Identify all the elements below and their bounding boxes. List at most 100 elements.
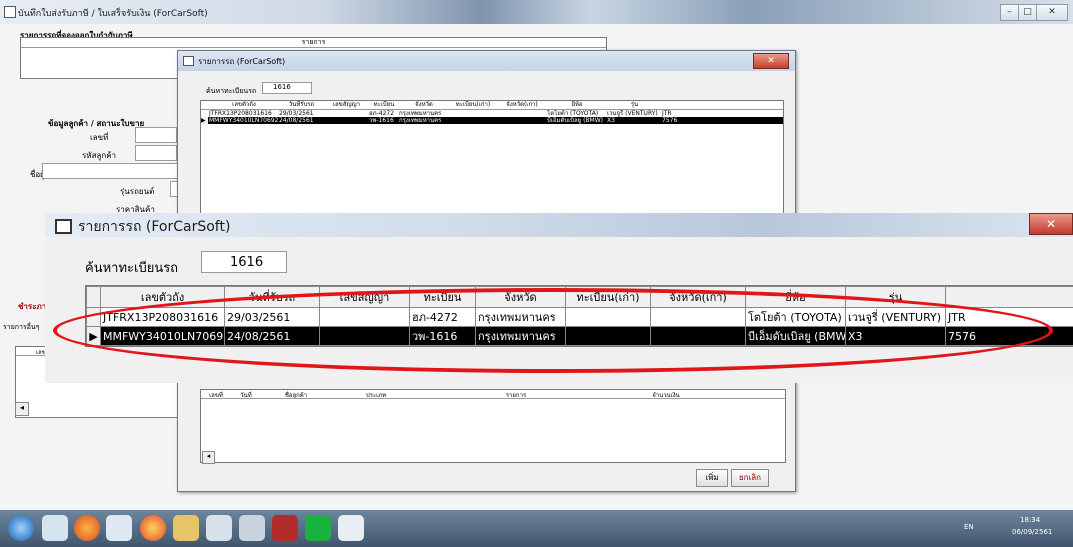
language-indicator[interactable]: EN bbox=[964, 523, 974, 531]
small-col-header[interactable]: เลขตัวถัง bbox=[209, 101, 279, 109]
window-icon bbox=[55, 219, 72, 234]
zoom-car-grid[interactable]: เลขตัวถัง วันที่รับรถ เลขสัญญา ทะเบียน จังหว… bbox=[85, 285, 1073, 347]
small-car-grid[interactable]: เลขตัวถัง วันที่รับรถ เลขสัญญา ทะเบียน จังหว… bbox=[200, 100, 784, 220]
firefox-icon[interactable] bbox=[74, 515, 100, 541]
small-table-row[interactable]: JTFRX13P208031616 29/03/2561 ฮภ-4272 กรุงเท… bbox=[201, 110, 783, 117]
lower-col-header[interactable]: วันที่ bbox=[231, 390, 261, 398]
small-col-header[interactable]: วันที่รับรถ bbox=[279, 101, 324, 109]
zoom-table-row[interactable]: JTFRX13P208031616 29/03/2561 ฮภ-4272 กรุงเท… bbox=[86, 307, 1073, 327]
row-selector-icon: ▶ bbox=[86, 326, 101, 346]
small-col-header[interactable]: เลขสัญญา bbox=[324, 101, 369, 109]
dialog-zoom-close-button[interactable]: ✕ bbox=[1029, 213, 1073, 235]
zoom-table-cell: เวนจูรี่ (VENTURY) bbox=[845, 307, 946, 327]
dialog-small-title: รายการรถ (ForCarSoft) bbox=[198, 57, 286, 66]
zoom-table-row[interactable]: ▶ MMFWY34010LN70692 24/08/2561 วพ-1616 กรุงเ… bbox=[86, 326, 1073, 346]
main-grid-header: รายการ bbox=[21, 38, 606, 48]
small-col-header[interactable]: รุ่น bbox=[607, 101, 662, 109]
key-icon[interactable] bbox=[239, 515, 265, 541]
lower-col-header[interactable]: ชื่อลูกค้า bbox=[261, 390, 331, 398]
zoom-col-header[interactable]: ทะเบียน bbox=[409, 286, 476, 308]
zoom-table-cell: ฮภ-4272 bbox=[409, 307, 476, 327]
small-table-cell: 29/03/2561 bbox=[279, 110, 314, 117]
zoom-table-cell: 7576 bbox=[945, 326, 1073, 346]
dialog-zoom-title: รายการรถ (ForCarSoft) bbox=[78, 219, 231, 235]
no-input[interactable] bbox=[135, 127, 177, 143]
cancel-button[interactable]: ยกเลิก bbox=[731, 469, 769, 487]
small-table-cell: บีเอ็มดับเบิลยู (BMW) bbox=[547, 117, 603, 124]
zoom-col-header[interactable] bbox=[945, 286, 1073, 308]
small-table-cell bbox=[497, 110, 547, 117]
lower-col-header[interactable]: เลขที่ bbox=[201, 390, 231, 398]
clock-time[interactable]: 18:34 bbox=[1020, 516, 1040, 524]
small-col-header[interactable]: ทะเบียน(เก่า) bbox=[449, 101, 497, 109]
small-col-header[interactable]: ยี่ห้อ bbox=[547, 101, 607, 109]
media-icon[interactable] bbox=[106, 515, 132, 541]
small-col-header[interactable]: จังหวัด(เก่า) bbox=[497, 101, 547, 109]
zoom-search-input[interactable]: 1616 bbox=[201, 251, 287, 273]
window-icon bbox=[183, 56, 194, 66]
small-table-cell bbox=[449, 110, 497, 117]
zoom-table-cell: โตโยต้า (TOYOTA) bbox=[745, 307, 846, 327]
app-icon bbox=[4, 6, 16, 18]
row-selector-cell bbox=[86, 307, 101, 327]
lower-col-header[interactable]: จำนวนเงิน bbox=[611, 390, 721, 398]
bottom-label: รายการอื่นๆ bbox=[3, 323, 40, 331]
scroll-left-icon[interactable]: ◂ bbox=[15, 402, 29, 416]
zoom-col-header[interactable]: เลขตัวถัง bbox=[100, 286, 225, 308]
customer-input[interactable] bbox=[135, 145, 177, 161]
zoom-table-cell: MMFWY34010LN70692 bbox=[100, 326, 225, 346]
zoom-col-header[interactable]: วันที่รับรถ bbox=[224, 286, 320, 308]
label-model: รุ่นรถยนต์ bbox=[120, 187, 155, 196]
zoom-table-cell: บีเอ็มดับเบิลยู (BMW bbox=[745, 326, 846, 346]
small-lower-grid[interactable]: เลขที่ วันที่ ชื่อลูกค้า ประเภท รายการ จำนวนเ… bbox=[200, 389, 786, 463]
zoom-table-cell bbox=[565, 307, 651, 327]
small-table-cell: ฮภ-4272 bbox=[369, 110, 395, 117]
chrome-icon[interactable] bbox=[140, 515, 166, 541]
zoom-col-header[interactable]: เลขสัญญา bbox=[319, 286, 410, 308]
close-button[interactable]: ✕ bbox=[1036, 4, 1068, 21]
zoom-col-header[interactable]: ทะเบียน(เก่า) bbox=[565, 286, 651, 308]
small-col-header[interactable] bbox=[662, 101, 684, 109]
window-app-icon[interactable] bbox=[338, 515, 364, 541]
name-input[interactable] bbox=[42, 163, 179, 179]
folder-icon[interactable] bbox=[173, 515, 199, 541]
maximize-button[interactable]: □ bbox=[1018, 4, 1037, 21]
small-lower-scroll-icon[interactable]: ◂ bbox=[202, 451, 215, 464]
lower-col-header[interactable]: รายการ bbox=[421, 390, 611, 398]
zoom-table-cell: วพ-1616 bbox=[409, 326, 476, 346]
small-col-header[interactable]: ทะเบียน bbox=[369, 101, 399, 109]
small-grid-header: เลขตัวถัง วันที่รับรถ เลขสัญญา ทะเบียน จังหว… bbox=[201, 101, 783, 110]
tool-icon[interactable] bbox=[206, 515, 232, 541]
small-col-header[interactable]: จังหวัด bbox=[399, 101, 449, 109]
clock-date[interactable]: 06/09/2561 bbox=[1012, 528, 1052, 536]
car-list-dialog-zoom: รายการรถ (ForCarSoft) ✕ ค้นหาทะเบียนรถ 1… bbox=[45, 213, 1073, 383]
main-titlebar: บันทึกใบส่งรับภาษี / ใบเสร็จรับเงิน (For… bbox=[0, 0, 1073, 24]
zoom-table-cell: JTFRX13P208031616 bbox=[100, 307, 225, 327]
small-table-row[interactable]: ▶ MMFWY34010LN70692 24/08/2561 วพ-1616 กรุงเ… bbox=[201, 117, 783, 124]
add-button[interactable]: เพิ่ม bbox=[696, 469, 728, 487]
app-pinned-icon[interactable] bbox=[42, 515, 68, 541]
zoom-table-cell: กรุงเทพมหานคร bbox=[475, 307, 566, 327]
zoom-col-header[interactable]: รุ่น bbox=[845, 286, 946, 308]
start-button-icon[interactable] bbox=[8, 515, 34, 541]
minimize-button[interactable]: – bbox=[1000, 4, 1019, 21]
row-selector-header bbox=[86, 286, 101, 308]
zoom-table-cell: JTR bbox=[945, 307, 1073, 327]
small-table-cell bbox=[324, 110, 369, 117]
dialog-small-close-button[interactable]: ✕ bbox=[753, 53, 789, 69]
zoom-col-header[interactable]: จังหวัด(เก่า) bbox=[650, 286, 746, 308]
small-search-label: ค้นหาทะเบียนรถ bbox=[206, 87, 257, 95]
label-customer: รหัสลูกค้า bbox=[82, 151, 117, 160]
zoom-col-header[interactable]: ยี่ห้อ bbox=[745, 286, 846, 308]
small-table-cell: กรุงเทพมหานคร bbox=[399, 117, 442, 124]
small-search-input[interactable]: 1616 bbox=[262, 82, 312, 94]
pdf-icon[interactable] bbox=[272, 515, 298, 541]
dialog-zoom-titlebar: รายการรถ (ForCarSoft) ✕ bbox=[45, 213, 1073, 237]
zoom-col-header[interactable]: จังหวัด bbox=[475, 286, 566, 308]
label-no: เลขที่ bbox=[90, 133, 109, 142]
small-table-cell: เวนจูรี่ (VENTURY) bbox=[607, 110, 658, 117]
line-chat-icon[interactable] bbox=[305, 515, 331, 541]
small-table-cell: 24/08/2561 bbox=[279, 117, 314, 124]
zoom-table-cell: X3 bbox=[845, 326, 946, 346]
lower-col-header[interactable]: ประเภท bbox=[331, 390, 421, 398]
